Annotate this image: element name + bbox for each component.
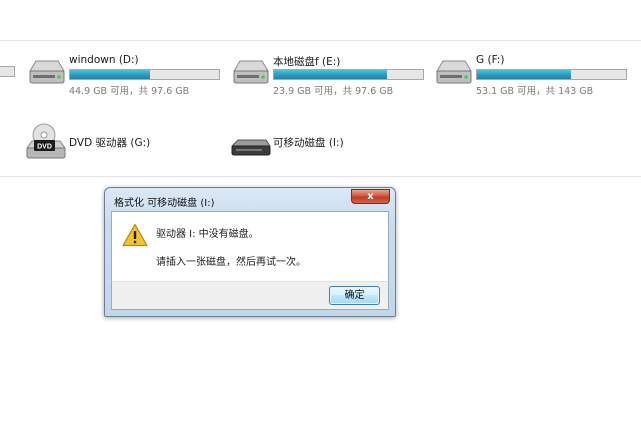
- drive-item-e[interactable]: 本地磁盘f (E:) 23.9 GB 可用，共 97.6 GB: [228, 53, 428, 97]
- drive-item-f[interactable]: G (F:) 53.1 GB 可用，共 143 GB: [431, 53, 631, 97]
- warning-icon: [122, 223, 148, 247]
- device-name: 可移动磁盘 (I:): [273, 137, 344, 149]
- device-item-removable[interactable]: 可移动磁盘 (I:): [228, 122, 418, 162]
- drive-name: windown (D:): [69, 54, 139, 66]
- drive-usage-bar: [69, 69, 220, 80]
- hard-drive-icon: [436, 60, 472, 84]
- drive-usage-fill: [477, 70, 571, 79]
- dialog-message: 驱动器 I: 中没有磁盘。: [156, 229, 259, 240]
- dialog-title: 格式化 可移动磁盘 (I:): [114, 198, 215, 209]
- hard-drive-icon: [233, 60, 269, 84]
- ok-button[interactable]: 确定: [329, 286, 380, 305]
- drive-free-space: 44.9 GB 可用，共 97.6 GB: [69, 86, 190, 97]
- close-button[interactable]: x: [351, 189, 390, 204]
- dialog-footer: 确定: [111, 281, 389, 310]
- format-error-dialog: 格式化 可移动磁盘 (I:) x 驱动器 I: 中没有磁盘。 请插入一张磁盘，然…: [104, 187, 396, 317]
- drive-item-d[interactable]: windown (D:) 44.9 GB 可用，共 97.6 GB: [24, 53, 224, 97]
- device-item-dvd[interactable]: DVD DVD 驱动器 (G:): [24, 122, 214, 162]
- drive-usage-bar: [476, 69, 627, 80]
- drive-bar-partial: [0, 66, 15, 77]
- drive-name: 本地磁盘f (E:): [273, 56, 341, 68]
- drive-free-space: 23.9 GB 可用，共 97.6 GB: [273, 86, 394, 97]
- device-name: DVD 驱动器 (G:): [69, 137, 151, 149]
- section-separator: [0, 176, 641, 177]
- drive-name: G (F:): [476, 54, 505, 66]
- drive-usage-bar: [273, 69, 424, 80]
- removable-disk-icon: [230, 139, 271, 156]
- dialog-detail: 请插入一张磁盘，然后再试一次。: [156, 257, 306, 268]
- dialog-body: 驱动器 I: 中没有磁盘。 请插入一张磁盘，然后再试一次。: [111, 211, 389, 281]
- dvd-badge: DVD: [37, 144, 52, 151]
- dvd-drive-icon: DVD: [26, 123, 66, 159]
- drive-usage-fill: [274, 70, 388, 79]
- drive-usage-fill: [70, 70, 151, 79]
- hard-drive-icon: [29, 60, 65, 84]
- top-separator: [0, 40, 641, 41]
- drive-free-space: 53.1 GB 可用，共 143 GB: [476, 86, 594, 97]
